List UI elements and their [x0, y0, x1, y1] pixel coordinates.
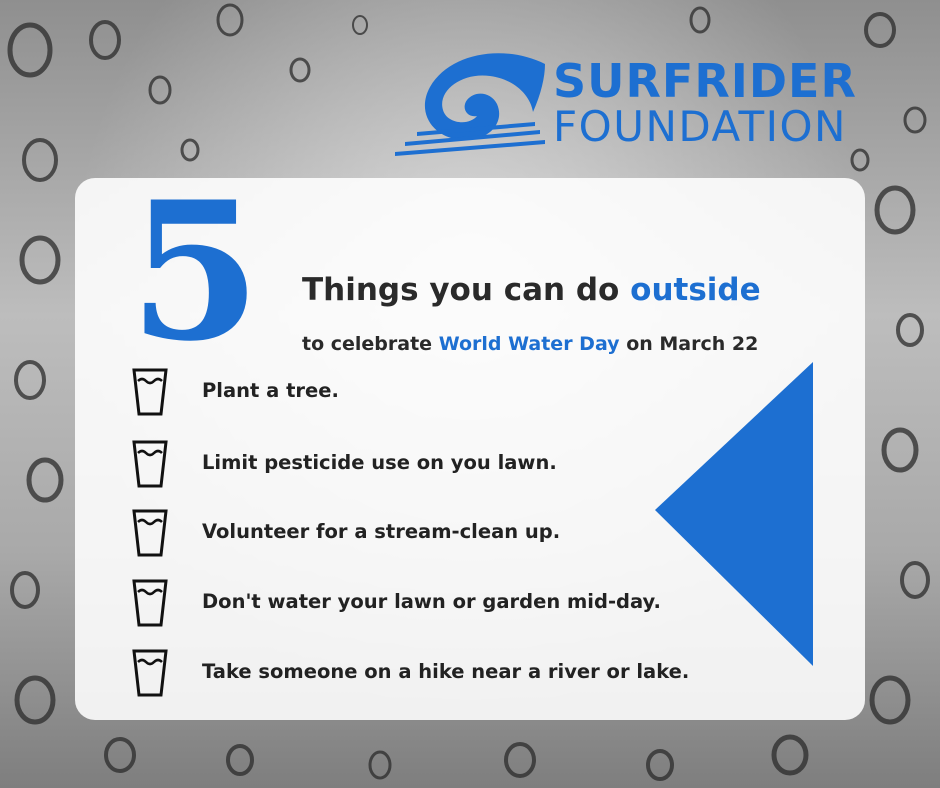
- logo-subtitle: FOUNDATION: [553, 102, 847, 151]
- surfrider-logo: SURFRIDER FOUNDATION: [395, 52, 857, 157]
- water-glass-icon: [132, 509, 168, 557]
- list-item-text: Plant a tree.: [202, 379, 339, 402]
- list-item: Plant a tree.: [130, 367, 750, 417]
- subline-suffix: on March 22: [619, 333, 759, 355]
- subline-accent: World Water Day: [438, 333, 620, 355]
- water-glass-icon: [132, 368, 168, 416]
- list-item-text: Take someone on a hike near a river or l…: [202, 660, 690, 683]
- list-item: Don't water your lawn or garden mid-day.: [130, 578, 750, 628]
- headline-prefix: Things you can do: [302, 272, 631, 308]
- subheadline: to celebrate World Water Day on March 22: [302, 333, 758, 355]
- list-item: Take someone on a hike near a river or l…: [130, 648, 750, 698]
- big-number-five: 5: [129, 190, 261, 360]
- subline-prefix: to celebrate: [302, 333, 439, 355]
- headline-accent: outside: [630, 272, 761, 308]
- list-item: Volunteer for a stream-clean up.: [130, 508, 750, 558]
- big-number-text: 5: [129, 190, 261, 360]
- water-glass-icon: [132, 440, 168, 488]
- headline: Things you can do outside: [302, 272, 761, 308]
- water-glass-icon: [132, 579, 168, 627]
- logo-title: SURFRIDER: [553, 54, 857, 108]
- list-item-text: Limit pesticide use on you lawn.: [202, 451, 557, 474]
- list-item-text: Don't water your lawn or garden mid-day.: [202, 590, 661, 613]
- list-item-text: Volunteer for a stream-clean up.: [202, 520, 561, 543]
- list-item: Limit pesticide use on you lawn.: [130, 439, 750, 489]
- wave-swirl-icon: [395, 53, 545, 156]
- water-glass-icon: [132, 649, 168, 697]
